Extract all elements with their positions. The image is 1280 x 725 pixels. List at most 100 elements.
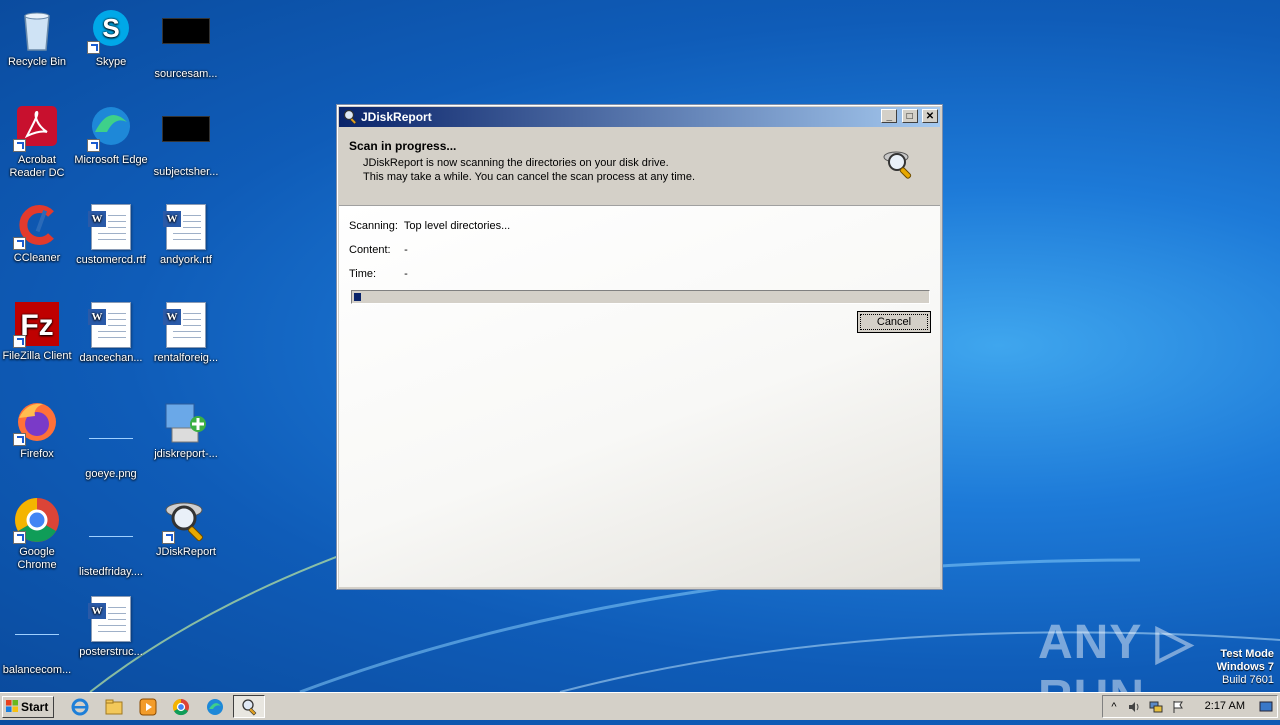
desktop-icon[interactable]: Recycle Bin [0, 6, 74, 69]
desktop-icon[interactable]: Wposterstruc... [74, 594, 148, 659]
shortcut-arrow-icon [13, 433, 26, 446]
desktop-icon[interactable]: Firefox [0, 398, 74, 461]
shortcut-arrow-icon [13, 335, 26, 348]
desktop-icon-label: andyork.rtf [160, 254, 212, 266]
black-thumbnail-icon [162, 18, 210, 66]
os-label: Windows 7 [1216, 661, 1274, 673]
blank-thumbnail-icon [13, 614, 61, 662]
desktop-icon[interactable]: Wcustomercd.rtf [74, 202, 148, 267]
progress-fill [354, 293, 361, 301]
title-bar[interactable]: JDiskReport _ □ ✕ [339, 107, 940, 127]
desktop-icon-label: FileZilla Client [2, 350, 72, 362]
shortcut-arrow-icon [13, 531, 26, 544]
minimize-button[interactable]: _ [881, 109, 898, 123]
scanning-label: Scanning: [349, 220, 398, 232]
desktop-icon[interactable]: Google Chrome [0, 496, 74, 572]
taskbar-jdiskreport-button[interactable] [233, 695, 265, 718]
desktop-icon-label: Microsoft Edge [74, 154, 148, 166]
cancel-button[interactable]: Cancel [857, 311, 931, 333]
filezilla-icon: Fz [13, 300, 61, 348]
taskbar: Start ^ 2:17 AM [0, 692, 1280, 720]
dialog-header: Scan in progress... JDiskReport is now s… [339, 127, 940, 206]
desktop-icon-label: sourcesam... [154, 68, 218, 80]
desktop-icon[interactable]: subjectsher... [149, 104, 223, 179]
time-row: Time: - [349, 268, 408, 280]
content-row: Content: - [349, 244, 408, 256]
internet-explorer-icon[interactable] [70, 697, 90, 717]
recycle-bin-icon [13, 6, 61, 54]
shortcut-arrow-icon [87, 139, 100, 152]
media-player-icon[interactable] [138, 697, 158, 717]
volume-icon[interactable] [1127, 700, 1141, 714]
edge-icon[interactable] [205, 697, 225, 717]
svg-text:S: S [102, 13, 119, 43]
desktop-icon[interactable]: jdiskreport-... [149, 398, 223, 461]
desktop-icon-label: Google Chrome [17, 546, 57, 571]
desktop-icon[interactable]: Fz FileZilla Client [0, 300, 74, 363]
shortcut-arrow-icon [13, 237, 26, 250]
show-hidden-icons-icon[interactable]: ^ [1107, 700, 1121, 714]
close-button[interactable]: ✕ [922, 109, 938, 123]
maximize-button[interactable]: □ [901, 109, 918, 123]
chrome-icon [13, 496, 61, 544]
start-label: Start [21, 700, 49, 714]
clock[interactable]: 2:17 AM [1205, 700, 1245, 712]
black-thumbnail-icon [162, 116, 210, 164]
show-desktop-icon[interactable] [1259, 700, 1273, 714]
desktop-icon[interactable]: CCleaner [0, 202, 74, 265]
start-button[interactable]: Start [2, 696, 54, 718]
desktop-icon-label: customercd.rtf [76, 254, 146, 266]
jdiskreport-icon [242, 699, 257, 716]
acrobat-icon [13, 104, 61, 152]
scanning-row: Scanning: Top level directories... [349, 220, 510, 232]
shortcut-arrow-icon [13, 139, 26, 152]
skype-icon: S [87, 6, 135, 54]
desktop-icon[interactable]: Wdancechan... [74, 300, 148, 365]
build-label: Build 7601 [1222, 674, 1274, 686]
desktop-icon[interactable]: Wandyork.rtf [149, 202, 223, 267]
scan-magnifier-icon [883, 151, 912, 179]
desktop-icon-label: goeye.png [85, 468, 137, 480]
cancel-label: Cancel [860, 314, 928, 330]
desktop-icon[interactable]: JDiskReport [149, 496, 223, 559]
word-document-icon: W [162, 204, 210, 252]
header-description-1: JDiskReport is now scanning the director… [363, 157, 669, 169]
header-title: Scan in progress... [349, 139, 457, 153]
desktop-icon-label: JDiskReport [156, 546, 216, 558]
desktop-icon-label: subjectsher... [153, 166, 219, 178]
desktop-icon-label: rentalforeig... [153, 352, 219, 364]
desktop-icon-label: Acrobat Reader DC [9, 154, 65, 179]
desktop-icon-label: Firefox [20, 448, 54, 460]
dialog-body: Scanning: Top level directories... Conte… [339, 206, 940, 587]
word-document-icon: W [87, 204, 135, 252]
action-center-flag-icon[interactable] [1171, 700, 1185, 714]
system-tray: ^ 2:17 AM [1102, 695, 1278, 718]
test-mode-notice: Test Mode Windows 7 Build 7601 [1217, 648, 1274, 687]
desktop-icon[interactable]: Acrobat Reader DC [0, 104, 74, 180]
word-document-icon: W [87, 302, 135, 350]
jdiskreport-window: JDiskReport _ □ ✕ Scan in progress... JD… [336, 104, 943, 590]
firefox-icon [13, 398, 61, 446]
desktop-icon[interactable]: goeye.png [74, 398, 148, 481]
shortcut-arrow-icon [87, 41, 100, 54]
desktop-icon[interactable]: S Skype [74, 6, 148, 69]
desktop-icon[interactable]: listedfriday.... [74, 496, 148, 579]
time-label: Time: [349, 268, 377, 280]
desktop-icon[interactable]: Wrentalforeig... [149, 300, 223, 365]
shortcut-arrow-icon [162, 531, 175, 544]
scanning-value: Top level directories... [403, 220, 511, 232]
desktop-icon[interactable]: Microsoft Edge [74, 104, 148, 167]
chrome-icon[interactable] [171, 697, 191, 717]
time-value: - [404, 268, 408, 280]
content-label: Content: [349, 244, 391, 256]
desktop-icon-label: CCleaner [13, 252, 61, 264]
network-icon[interactable] [1149, 700, 1163, 714]
desktop-icon-label: posterstruc... [79, 646, 143, 658]
desktop-icon-label: dancechan... [79, 352, 143, 364]
test-mode-label: Test Mode [1220, 648, 1274, 660]
edge-icon [87, 104, 135, 152]
desktop-icon[interactable]: sourcesam... [149, 6, 223, 81]
file-explorer-icon[interactable] [104, 697, 124, 717]
desktop-icon-label: Skype [95, 56, 127, 68]
desktop-icon[interactable]: balancecom... [0, 594, 74, 677]
